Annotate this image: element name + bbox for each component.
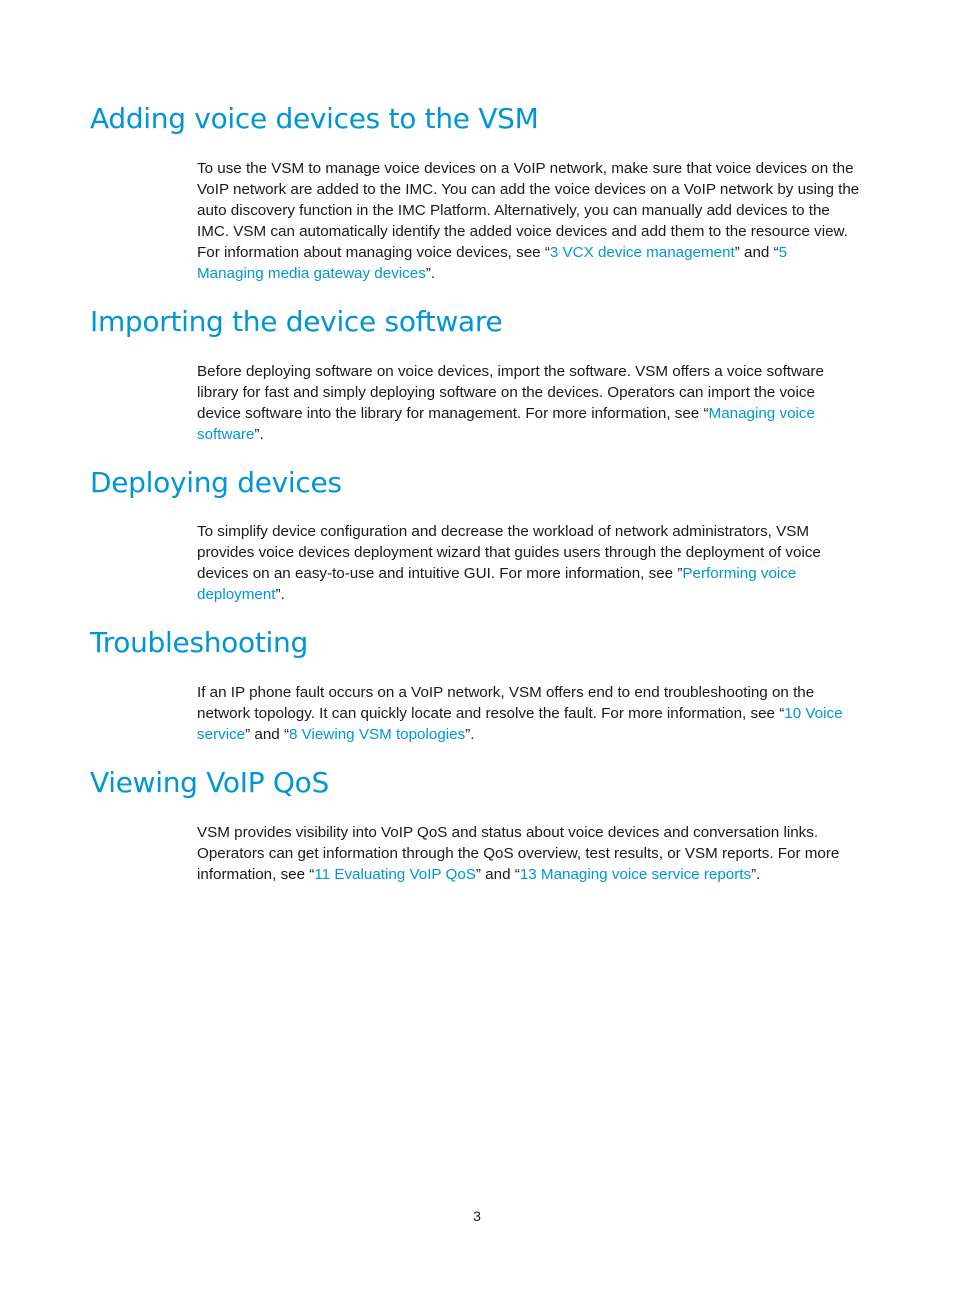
text-line: Before deploying software on voice devic… xyxy=(197,361,869,382)
text-line: IMC. VSM can automatically identify the … xyxy=(197,221,869,242)
section-heading: Importing the device software xyxy=(90,305,503,338)
document-page: Adding voice devices to the VSM To use t… xyxy=(0,0,954,1296)
body-text: ” and “ xyxy=(245,726,290,743)
body-text: Before deploying software on voice devic… xyxy=(197,363,824,380)
text-line: To use the VSM to manage voice devices o… xyxy=(197,158,869,179)
cross-reference-link[interactable]: service xyxy=(197,726,245,743)
cross-reference-link[interactable]: Managing voice xyxy=(709,405,815,422)
cross-reference-link[interactable]: 8 Viewing VSM topologies xyxy=(289,726,465,743)
cross-reference-link[interactable]: software xyxy=(197,426,254,443)
text-line: library for fast and simply deploying so… xyxy=(197,382,869,403)
body-text: ”. xyxy=(254,426,264,443)
body-text: ” and “ xyxy=(734,244,779,261)
body-text: To simplify device configuration and dec… xyxy=(197,523,810,540)
cross-reference-link[interactable]: Performing voice xyxy=(682,565,796,582)
text-line: If an IP phone fault occurs on a VoIP ne… xyxy=(197,682,869,703)
cross-reference-link[interactable]: 10 Voice xyxy=(784,705,842,722)
body-text: VoIP network are added to the IMC. You c… xyxy=(197,181,860,198)
text-line: software”. xyxy=(197,424,869,445)
body-text: devices on an easy-to-use and intuitive … xyxy=(197,565,683,582)
body-text: ” and “ xyxy=(475,866,520,883)
text-line: device software into the library for man… xyxy=(197,403,869,424)
body-text: If an IP phone fault occurs on a VoIP ne… xyxy=(197,684,815,701)
body-text: ”. xyxy=(275,586,285,603)
section-body: Before deploying software on voice devic… xyxy=(197,361,869,445)
text-line: Managing media gateway devices”. xyxy=(197,263,869,284)
body-text: IMC. VSM can automatically identify the … xyxy=(197,223,848,240)
text-line: Operators can get information through th… xyxy=(197,843,869,864)
section-heading: Deploying devices xyxy=(90,466,342,499)
text-line: VSM provides visibility into VoIP QoS an… xyxy=(197,822,869,843)
body-text: ”. xyxy=(425,265,436,282)
cross-reference-link[interactable]: 5 xyxy=(779,244,787,261)
body-text: Operators can get information through th… xyxy=(197,845,840,862)
text-line: service” and “8 Viewing VSM topologies”. xyxy=(197,724,869,745)
section-heading: Viewing VoIP QoS xyxy=(90,766,329,799)
text-line: devices on an easy-to-use and intuitive … xyxy=(197,563,869,584)
cross-reference-link[interactable]: Managing media gateway devices xyxy=(197,265,426,282)
body-text: device software into the library for man… xyxy=(197,405,709,422)
body-text: To use the VSM to manage voice devices o… xyxy=(197,160,854,177)
text-line: auto discovery function in the IMC Platf… xyxy=(197,200,869,221)
text-line: provides voice devices deployment wizard… xyxy=(197,542,869,563)
cross-reference-link[interactable]: 13 Managing voice service reports xyxy=(520,866,751,883)
body-text: library for fast and simply deploying so… xyxy=(197,384,815,401)
body-text: information, see “ xyxy=(197,866,315,883)
text-line: network topology. It can quickly locate … xyxy=(197,703,869,724)
page-number: 3 xyxy=(473,1208,481,1224)
text-line: To simplify device configuration and dec… xyxy=(197,521,869,542)
section-body: To simplify device configuration and dec… xyxy=(197,521,869,605)
section-body: To use the VSM to manage voice devices o… xyxy=(197,158,869,284)
cross-reference-link[interactable]: 3 VCX device management xyxy=(550,244,735,261)
cross-reference-link[interactable]: 11 Evaluating VoIP QoS xyxy=(314,866,476,883)
cross-reference-link[interactable]: deployment xyxy=(197,586,276,603)
body-text: For information about managing voice dev… xyxy=(197,244,550,261)
text-line: VoIP network are added to the IMC. You c… xyxy=(197,179,869,200)
body-text: auto discovery function in the IMC Platf… xyxy=(197,202,830,219)
section-body: If an IP phone fault occurs on a VoIP ne… xyxy=(197,682,869,745)
text-line: information, see “11 Evaluating VoIP QoS… xyxy=(197,864,869,885)
text-line: deployment”. xyxy=(197,584,869,605)
section-heading: Troubleshooting xyxy=(90,626,308,659)
body-text: ”. xyxy=(465,726,475,743)
section-heading: Adding voice devices to the VSM xyxy=(90,102,539,135)
text-line: For information about managing voice dev… xyxy=(197,242,869,263)
body-text: network topology. It can quickly locate … xyxy=(197,705,785,722)
section-body: VSM provides visibility into VoIP QoS an… xyxy=(197,822,869,885)
body-text: ”. xyxy=(751,866,761,883)
body-text: VSM provides visibility into VoIP QoS an… xyxy=(197,824,819,841)
body-text: provides voice devices deployment wizard… xyxy=(197,544,821,561)
